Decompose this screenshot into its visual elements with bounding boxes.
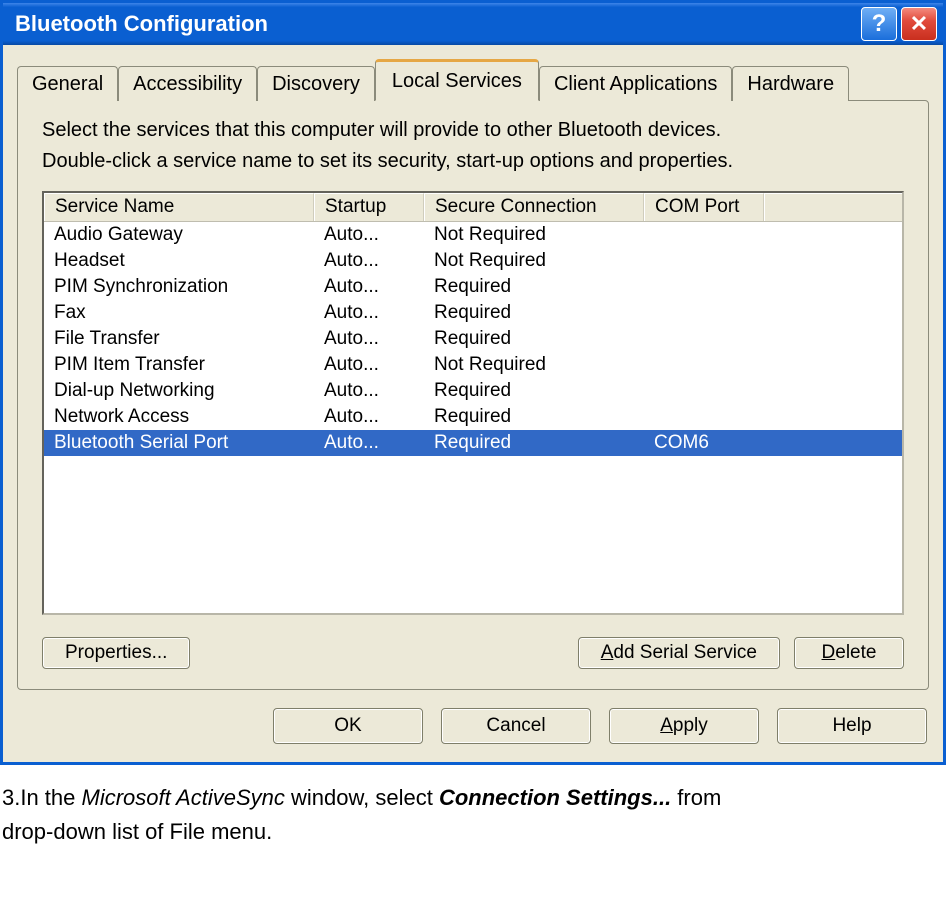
- tabstrip: General Accessibility Discovery Local Se…: [17, 59, 929, 100]
- service-row[interactable]: PIM Item TransferAuto...Not Required: [44, 352, 902, 378]
- tab-hardware[interactable]: Hardware: [732, 66, 849, 101]
- col-header-filler: [764, 193, 902, 221]
- caption-mid: window, select: [285, 785, 439, 810]
- service-secure-cell: Not Required: [430, 248, 650, 274]
- listview-header: Service Name Startup Secure Connection C…: [44, 193, 902, 222]
- service-port-cell: [650, 222, 770, 248]
- tab-client-applications[interactable]: Client Applications: [539, 66, 732, 101]
- service-secure-cell: Required: [430, 378, 650, 404]
- service-port-cell: [650, 248, 770, 274]
- service-startup-cell: Auto...: [320, 404, 430, 430]
- service-name-cell: File Transfer: [50, 326, 320, 352]
- service-port-cell: COM6: [650, 430, 770, 456]
- cancel-button[interactable]: Cancel: [441, 708, 591, 744]
- col-header-com-port[interactable]: COM Port: [644, 193, 764, 221]
- service-row[interactable]: Bluetooth Serial PortAuto...RequiredCOM6: [44, 430, 902, 456]
- panel-buttons-row: Properties... Add Serial Service Delete: [42, 637, 904, 669]
- service-startup-cell: Auto...: [320, 352, 430, 378]
- service-startup-cell: Auto...: [320, 300, 430, 326]
- service-secure-cell: Required: [430, 404, 650, 430]
- service-row[interactable]: HeadsetAuto...Not Required: [44, 248, 902, 274]
- service-startup-cell: Auto...: [320, 326, 430, 352]
- service-secure-cell: Required: [430, 300, 650, 326]
- caption-italic: Microsoft ActiveSync: [82, 785, 285, 810]
- service-name-cell: Dial-up Networking: [50, 378, 320, 404]
- instruction-text-1: Select the services that this computer w…: [42, 119, 904, 142]
- tab-general[interactable]: General: [17, 66, 118, 101]
- service-secure-cell: Required: [430, 326, 650, 352]
- help-button[interactable]: Help: [777, 708, 927, 744]
- caption-bold: Connection Settings...: [439, 785, 671, 810]
- service-row[interactable]: Network AccessAuto...Required: [44, 404, 902, 430]
- dialog-buttons-row: OK Cancel Apply Help: [3, 690, 943, 762]
- service-row[interactable]: File TransferAuto...Required: [44, 326, 902, 352]
- service-secure-cell: Required: [430, 274, 650, 300]
- caption-suffix2: drop-down list of File menu.: [2, 819, 272, 844]
- service-name-cell: PIM Synchronization: [50, 274, 320, 300]
- service-port-cell: [650, 300, 770, 326]
- add-serial-service-button[interactable]: Add Serial Service: [578, 637, 780, 669]
- service-startup-cell: Auto...: [320, 274, 430, 300]
- service-secure-cell: Not Required: [430, 352, 650, 378]
- service-row[interactable]: Audio GatewayAuto...Not Required: [44, 222, 902, 248]
- service-name-cell: Network Access: [50, 404, 320, 430]
- tabs-container: General Accessibility Discovery Local Se…: [3, 45, 943, 690]
- service-startup-cell: Auto...: [320, 430, 430, 456]
- titlebar: Bluetooth Configuration ? ✕: [3, 3, 943, 45]
- listview-body: Audio GatewayAuto...Not RequiredHeadsetA…: [44, 222, 902, 456]
- service-startup-cell: Auto...: [320, 248, 430, 274]
- caption-text: 3.In the Microsoft ActiveSync window, se…: [2, 781, 948, 849]
- service-startup-cell: Auto...: [320, 378, 430, 404]
- instruction-text-2: Double-click a service name to set its s…: [42, 150, 904, 173]
- caption-prefix: 3.In the: [2, 785, 82, 810]
- service-port-cell: [650, 404, 770, 430]
- service-name-cell: PIM Item Transfer: [50, 352, 320, 378]
- apply-button[interactable]: Apply: [609, 708, 759, 744]
- service-port-cell: [650, 326, 770, 352]
- help-icon[interactable]: ?: [861, 7, 897, 41]
- window-title: Bluetooth Configuration: [15, 11, 268, 37]
- tab-accessibility[interactable]: Accessibility: [118, 66, 257, 101]
- service-row[interactable]: Dial-up NetworkingAuto...Required: [44, 378, 902, 404]
- service-startup-cell: Auto...: [320, 222, 430, 248]
- service-secure-cell: Required: [430, 430, 650, 456]
- ok-button[interactable]: OK: [273, 708, 423, 744]
- tab-panel: Select the services that this computer w…: [17, 100, 929, 690]
- close-icon[interactable]: ✕: [901, 7, 937, 41]
- delete-button[interactable]: Delete: [794, 637, 904, 669]
- service-row[interactable]: FaxAuto...Required: [44, 300, 902, 326]
- properties-button[interactable]: Properties...: [42, 637, 190, 669]
- caption-suffix1: from: [671, 785, 721, 810]
- service-port-cell: [650, 352, 770, 378]
- service-port-cell: [650, 274, 770, 300]
- service-name-cell: Bluetooth Serial Port: [50, 430, 320, 456]
- service-name-cell: Headset: [50, 248, 320, 274]
- service-name-cell: Audio Gateway: [50, 222, 320, 248]
- col-header-startup[interactable]: Startup: [314, 193, 424, 221]
- col-header-service-name[interactable]: Service Name: [44, 193, 314, 221]
- tab-local-services[interactable]: Local Services: [375, 59, 539, 101]
- services-listview[interactable]: Service Name Startup Secure Connection C…: [42, 191, 904, 615]
- titlebar-buttons: ? ✕: [861, 7, 937, 41]
- tab-discovery[interactable]: Discovery: [257, 66, 375, 101]
- dialog-window: Bluetooth Configuration ? ✕ General Acce…: [0, 0, 946, 765]
- service-name-cell: Fax: [50, 300, 320, 326]
- service-port-cell: [650, 378, 770, 404]
- service-row[interactable]: PIM SynchronizationAuto...Required: [44, 274, 902, 300]
- col-header-secure-connection[interactable]: Secure Connection: [424, 193, 644, 221]
- service-secure-cell: Not Required: [430, 222, 650, 248]
